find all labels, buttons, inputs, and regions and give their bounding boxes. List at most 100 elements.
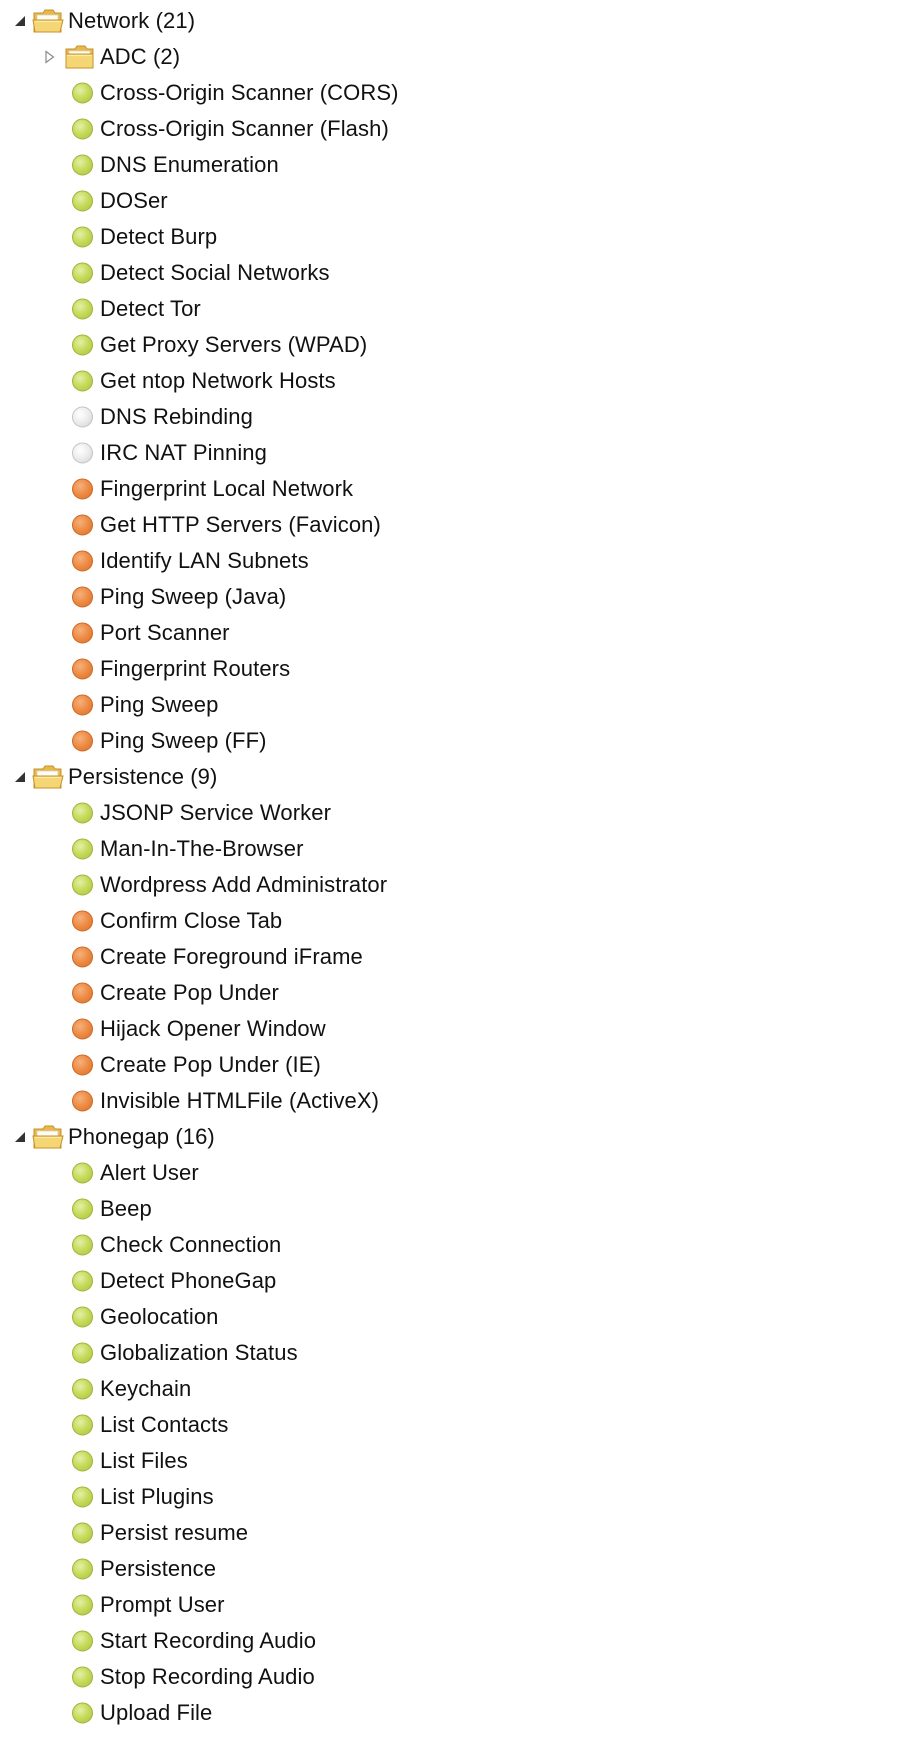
status-green-icon bbox=[72, 370, 93, 392]
status-green-icon bbox=[72, 298, 93, 320]
tree-item-persistence[interactable]: Persistence bbox=[0, 1551, 900, 1587]
tree-item-label: Invisible HTMLFile (ActiveX) bbox=[100, 1088, 380, 1113]
tree-item-label: Upload File bbox=[100, 1700, 213, 1725]
status-green-icon bbox=[72, 1702, 93, 1724]
tree-item-fingerprint-local-network[interactable]: Fingerprint Local Network bbox=[0, 471, 900, 507]
tree-item-port-scanner[interactable]: Port Scanner bbox=[0, 615, 900, 651]
tree-item-dns-enumeration[interactable]: DNS Enumeration bbox=[0, 147, 900, 183]
tree-item-detect-burp[interactable]: Detect Burp bbox=[0, 219, 900, 255]
tree-item-upload-file[interactable]: Upload File bbox=[0, 1695, 900, 1731]
folder-open-icon bbox=[32, 8, 64, 34]
status-orange-icon bbox=[72, 1018, 93, 1040]
status-green-icon bbox=[72, 118, 93, 140]
status-green-icon bbox=[72, 1486, 93, 1508]
tree-item-man-in-the-browser[interactable]: Man-In-The-Browser bbox=[0, 831, 900, 867]
tree-folder-phonegap[interactable]: Phonegap (16) bbox=[0, 1119, 900, 1155]
collapse-triangle-icon[interactable] bbox=[13, 14, 27, 28]
status-orange-icon bbox=[72, 694, 93, 716]
tree-item-label: Cross-Origin Scanner (Flash) bbox=[100, 116, 389, 141]
tree-item-ping-sweep[interactable]: Ping Sweep bbox=[0, 687, 900, 723]
tree-item-create-pop-under-ie[interactable]: Create Pop Under (IE) bbox=[0, 1047, 900, 1083]
status-green-icon bbox=[72, 1234, 93, 1256]
status-orange-icon bbox=[72, 478, 93, 500]
tree-item-label: Ping Sweep bbox=[100, 692, 219, 717]
tree-item-label: Get ntop Network Hosts bbox=[100, 368, 336, 393]
tree-item-detect-phonegap[interactable]: Detect PhoneGap bbox=[0, 1263, 900, 1299]
status-green-icon bbox=[72, 1414, 93, 1436]
tree-item-list-files[interactable]: List Files bbox=[0, 1443, 900, 1479]
folder-open-icon bbox=[32, 1124, 64, 1150]
tree-item-label: List Files bbox=[100, 1448, 188, 1473]
tree-item-jsonp-service-worker[interactable]: JSONP Service Worker bbox=[0, 795, 900, 831]
tree-item-alert-user[interactable]: Alert User bbox=[0, 1155, 900, 1191]
collapse-triangle-icon[interactable] bbox=[13, 770, 27, 784]
folder-label: Phonegap (16) bbox=[68, 1124, 215, 1149]
tree-item-cross-origin-scanner-cors[interactable]: Cross-Origin Scanner (CORS) bbox=[0, 75, 900, 111]
tree-item-label: IRC NAT Pinning bbox=[100, 440, 267, 465]
status-orange-icon bbox=[72, 550, 93, 572]
expand-triangle-icon[interactable] bbox=[42, 50, 56, 64]
tree-item-dns-rebinding[interactable]: DNS Rebinding bbox=[0, 399, 900, 435]
status-green-icon bbox=[72, 1666, 93, 1688]
tree-item-keychain[interactable]: Keychain bbox=[0, 1371, 900, 1407]
tree-item-label: Create Foreground iFrame bbox=[100, 944, 363, 969]
status-orange-icon bbox=[72, 658, 93, 680]
tree-item-label: Keychain bbox=[100, 1376, 192, 1401]
tree-item-label: Persist resume bbox=[100, 1520, 249, 1545]
tree-item-identify-lan-subnets[interactable]: Identify LAN Subnets bbox=[0, 543, 900, 579]
tree-item-get-ntop-network-hosts[interactable]: Get ntop Network Hosts bbox=[0, 363, 900, 399]
status-green-icon bbox=[72, 874, 93, 896]
tree-item-create-foreground-iframe[interactable]: Create Foreground iFrame bbox=[0, 939, 900, 975]
tree-item-wordpress-add-administrator[interactable]: Wordpress Add Administrator bbox=[0, 867, 900, 903]
tree-item-label: Start Recording Audio bbox=[100, 1628, 317, 1653]
tree-item-ping-sweep-java[interactable]: Ping Sweep (Java) bbox=[0, 579, 900, 615]
tree-item-persist-resume[interactable]: Persist resume bbox=[0, 1515, 900, 1551]
tree-item-create-pop-under[interactable]: Create Pop Under bbox=[0, 975, 900, 1011]
tree-item-label: Detect PhoneGap bbox=[100, 1268, 277, 1293]
status-green-icon bbox=[72, 1270, 93, 1292]
tree-item-label: Ping Sweep (Java) bbox=[100, 584, 287, 609]
tree-folder-network[interactable]: Network (21) bbox=[0, 3, 900, 39]
status-green-icon bbox=[72, 1558, 93, 1580]
tree-item-fingerprint-routers[interactable]: Fingerprint Routers bbox=[0, 651, 900, 687]
tree-item-label: Cross-Origin Scanner (CORS) bbox=[100, 80, 399, 105]
tree-item-label: Fingerprint Local Network bbox=[100, 476, 354, 501]
tree-item-start-recording-audio[interactable]: Start Recording Audio bbox=[0, 1623, 900, 1659]
tree-item-label: List Plugins bbox=[100, 1484, 214, 1509]
tree-item-globalization-status[interactable]: Globalization Status bbox=[0, 1335, 900, 1371]
tree-item-detect-tor[interactable]: Detect Tor bbox=[0, 291, 900, 327]
tree-item-irc-nat-pinning[interactable]: IRC NAT Pinning bbox=[0, 435, 900, 471]
status-orange-icon bbox=[72, 910, 93, 932]
status-green-icon bbox=[72, 1630, 93, 1652]
tree-folder-persistence[interactable]: Persistence (9) bbox=[0, 759, 900, 795]
folder-open-icon bbox=[32, 764, 64, 790]
status-green-icon bbox=[72, 262, 93, 284]
tree-folder-adc[interactable]: ADC (2) bbox=[0, 39, 900, 75]
tree-item-cross-origin-scanner-flash[interactable]: Cross-Origin Scanner (Flash) bbox=[0, 111, 900, 147]
tree-item-confirm-close-tab[interactable]: Confirm Close Tab bbox=[0, 903, 900, 939]
tree-item-prompt-user[interactable]: Prompt User bbox=[0, 1587, 900, 1623]
tree-item-list-contacts[interactable]: List Contacts bbox=[0, 1407, 900, 1443]
module-tree: Network (21) ADC (2) Cross-Origin Scanner … bbox=[0, 3, 900, 1731]
tree-item-geolocation[interactable]: Geolocation bbox=[0, 1299, 900, 1335]
tree-item-label: Persistence bbox=[100, 1556, 217, 1581]
status-green-icon bbox=[72, 1378, 93, 1400]
status-green-icon bbox=[72, 802, 93, 824]
tree-item-beep[interactable]: Beep bbox=[0, 1191, 900, 1227]
tree-item-label: Ping Sweep (FF) bbox=[100, 728, 267, 753]
tree-item-detect-social-networks[interactable]: Detect Social Networks bbox=[0, 255, 900, 291]
tree-item-label: Prompt User bbox=[100, 1592, 225, 1617]
tree-item-invisible-htmlfile-activex[interactable]: Invisible HTMLFile (ActiveX) bbox=[0, 1083, 900, 1119]
tree-item-check-connection[interactable]: Check Connection bbox=[0, 1227, 900, 1263]
tree-item-stop-recording-audio[interactable]: Stop Recording Audio bbox=[0, 1659, 900, 1695]
tree-item-ping-sweep-ff[interactable]: Ping Sweep (FF) bbox=[0, 723, 900, 759]
tree-item-list-plugins[interactable]: List Plugins bbox=[0, 1479, 900, 1515]
collapse-triangle-icon[interactable] bbox=[13, 1130, 27, 1144]
tree-item-hijack-opener-window[interactable]: Hijack Opener Window bbox=[0, 1011, 900, 1047]
tree-item-get-http-servers-favicon[interactable]: Get HTTP Servers (Favicon) bbox=[0, 507, 900, 543]
folder-label: Persistence (9) bbox=[68, 764, 218, 789]
tree-item-label: Identify LAN Subnets bbox=[100, 548, 309, 573]
tree-item-get-proxy-servers-wpad[interactable]: Get Proxy Servers (WPAD) bbox=[0, 327, 900, 363]
tree-item-doser[interactable]: DOSer bbox=[0, 183, 900, 219]
tree-item-label: Get HTTP Servers (Favicon) bbox=[100, 512, 381, 537]
